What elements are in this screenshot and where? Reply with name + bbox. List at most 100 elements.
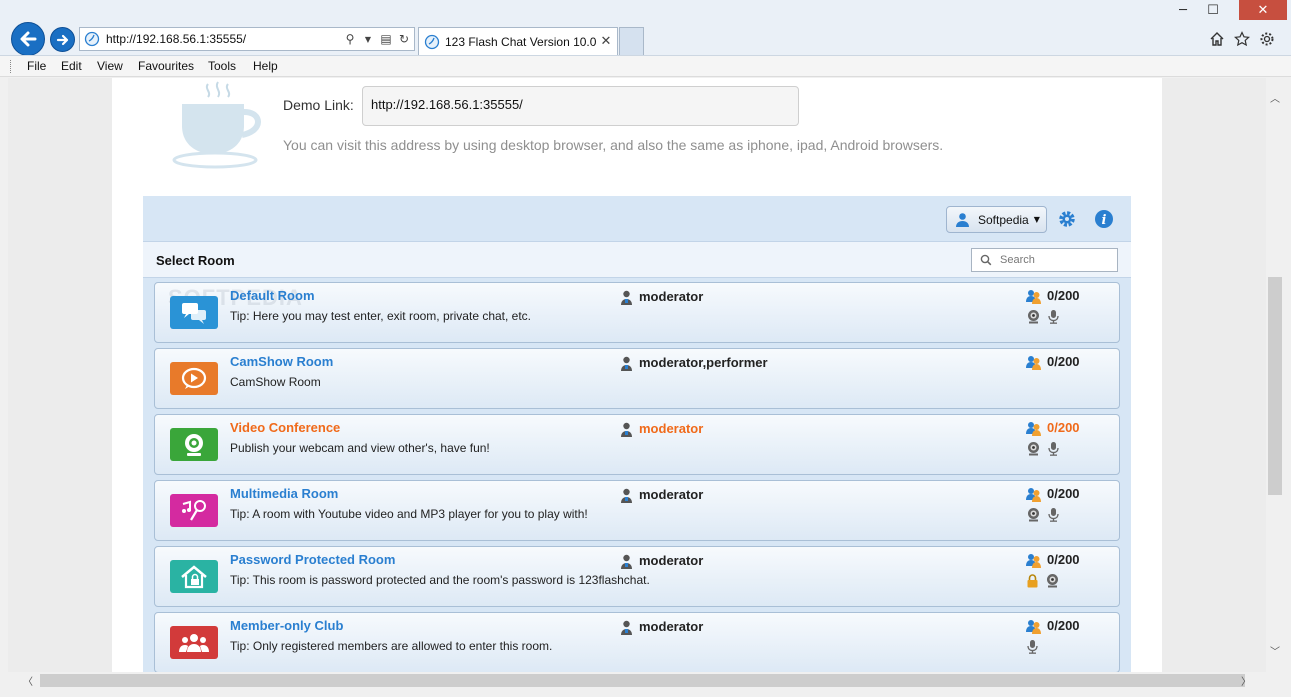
compatibility-view-icon[interactable]: ▤ xyxy=(378,31,394,47)
tab-close-icon[interactable]: ✕ xyxy=(598,34,614,49)
menu-favourites[interactable]: Favourites xyxy=(138,59,194,73)
room-search-input[interactable]: Search xyxy=(971,248,1118,272)
moderator-icon xyxy=(620,422,633,440)
address-url[interactable]: http://192.168.56.1:35555/ xyxy=(106,32,342,46)
room-row[interactable]: Password Protected Room Tip: This room i… xyxy=(154,546,1120,607)
moderator-icon xyxy=(620,554,633,572)
maximize-button[interactable]: ☐ xyxy=(1200,0,1226,20)
vertical-scrollbar[interactable]: ︿ ﹀ xyxy=(1266,78,1284,672)
refresh-icon[interactable]: ↻ xyxy=(396,31,412,47)
forward-button[interactable] xyxy=(50,27,75,52)
vertical-scroll-thumb[interactable] xyxy=(1268,277,1282,495)
user-icon xyxy=(956,213,969,227)
chat-bubbles-icon xyxy=(170,296,218,329)
select-room-title: Select Room xyxy=(156,253,235,268)
address-bar[interactable]: http://192.168.56.1:35555/ ⚲ ▼ ▤ ↻ xyxy=(79,27,415,51)
moderator-icon xyxy=(620,488,633,506)
room-tip: Tip: This room is password protected and… xyxy=(230,573,650,587)
microphone-icon xyxy=(1047,309,1060,327)
room-features xyxy=(1026,507,1060,525)
scroll-down-icon[interactable]: ﹀ xyxy=(1266,641,1284,659)
users-icon xyxy=(1026,618,1042,637)
room-role: moderator xyxy=(639,619,704,634)
caret-down-icon: ▼ xyxy=(1033,215,1040,224)
new-tab-button[interactable] xyxy=(619,27,644,55)
back-button[interactable] xyxy=(11,22,45,56)
users-icon xyxy=(1026,354,1042,373)
room-row[interactable]: SOFTPEDIA Default Room Tip: Here you may… xyxy=(154,282,1120,343)
demo-link-field[interactable]: http://192.168.56.1:35555/ xyxy=(362,86,799,126)
favorites-star-icon[interactable] xyxy=(1233,30,1251,48)
room-name[interactable]: Member-only Club xyxy=(230,618,343,633)
room-row[interactable]: CamShow Room CamShow Room moderator,perf… xyxy=(154,348,1120,409)
chat-header: Softpedia ▼ i xyxy=(143,196,1131,241)
home-icon[interactable] xyxy=(1208,30,1226,48)
horizontal-scrollbar[interactable]: 〈 〉 xyxy=(17,672,1266,689)
room-tip: Publish your webcam and view other's, ha… xyxy=(230,441,490,455)
menu-file[interactable]: File xyxy=(27,59,46,73)
room-row[interactable]: Multimedia Room Tip: A room with Youtube… xyxy=(154,480,1120,541)
search-icon xyxy=(980,254,992,266)
room-user-count: 0/200 xyxy=(1047,354,1080,369)
room-tip: Tip: A room with Youtube video and MP3 p… xyxy=(230,507,588,521)
microphone-icon xyxy=(1026,639,1039,657)
room-row[interactable]: Video Conference Publish your webcam and… xyxy=(154,414,1120,475)
room-row[interactable]: Member-only Club Tip: Only registered me… xyxy=(154,612,1120,672)
room-name[interactable]: Default Room xyxy=(230,288,315,303)
room-name[interactable]: Video Conference xyxy=(230,420,340,435)
moderator-icon xyxy=(620,356,633,374)
room-user-count: 0/200 xyxy=(1047,552,1080,567)
browser-tab[interactable]: 123 Flash Chat Version 10.0 ... ✕ xyxy=(418,27,618,55)
scroll-left-icon[interactable]: 〈 xyxy=(19,672,37,689)
browser-titlebar: http://192.168.56.1:35555/ ⚲ ▼ ▤ ↻ 123 F… xyxy=(0,0,1291,56)
scroll-up-icon[interactable]: ︿ xyxy=(1266,88,1284,106)
close-window-button[interactable]: ✕ xyxy=(1239,0,1287,20)
room-features xyxy=(1026,309,1060,327)
webcam-icon xyxy=(1045,573,1060,591)
room-tip: Tip: Only registered members are allowed… xyxy=(230,639,553,653)
settings-icon[interactable] xyxy=(1057,209,1077,229)
group-icon xyxy=(170,626,218,659)
site-favicon-icon xyxy=(84,31,100,47)
room-name[interactable]: CamShow Room xyxy=(230,354,333,369)
forward-arrow-icon xyxy=(56,34,68,45)
info-icon[interactable]: i xyxy=(1094,209,1114,229)
music-mic-icon xyxy=(170,494,218,527)
user-menu-button[interactable]: Softpedia ▼ xyxy=(946,206,1047,233)
demo-link-label: Demo Link: xyxy=(283,97,354,113)
webcam-icon xyxy=(170,428,218,461)
play-bubble-icon xyxy=(170,362,218,395)
webcam-icon xyxy=(1026,309,1041,327)
dropdown-icon[interactable]: ▼ xyxy=(360,31,376,47)
room-role: moderator,performer xyxy=(639,355,768,370)
horizontal-scroll-thumb[interactable] xyxy=(40,674,1245,687)
search-placeholder: Search xyxy=(1000,254,1035,266)
scroll-right-icon[interactable]: 〉 xyxy=(1237,672,1255,689)
lock-icon xyxy=(1026,573,1039,591)
room-features xyxy=(1026,441,1060,459)
menu-view[interactable]: View xyxy=(97,59,123,73)
room-role: moderator xyxy=(639,553,704,568)
coffee-cup-logo-icon xyxy=(172,81,262,169)
webcam-icon xyxy=(1026,441,1041,459)
minimize-button[interactable]: ─ xyxy=(1170,0,1196,20)
users-icon xyxy=(1026,420,1042,439)
search-icon[interactable]: ⚲ xyxy=(342,31,358,47)
room-tip: CamShow Room xyxy=(230,375,321,389)
room-role: moderator xyxy=(639,289,704,304)
moderator-icon xyxy=(620,290,633,308)
menu-edit[interactable]: Edit xyxy=(61,59,82,73)
menu-tools[interactable]: Tools xyxy=(208,59,236,73)
back-arrow-icon xyxy=(20,31,37,47)
page-content: Demo Link: http://192.168.56.1:35555/ Yo… xyxy=(112,78,1162,672)
settings-gear-icon[interactable] xyxy=(1258,30,1276,48)
room-user-count: 0/200 xyxy=(1047,420,1080,435)
room-features xyxy=(1026,573,1060,591)
users-icon xyxy=(1026,486,1042,505)
house-lock-icon xyxy=(170,560,218,593)
microphone-icon xyxy=(1047,507,1060,525)
room-name[interactable]: Multimedia Room xyxy=(230,486,338,501)
menu-help[interactable]: Help xyxy=(253,59,278,73)
room-name[interactable]: Password Protected Room xyxy=(230,552,395,567)
demo-hint-text: You can visit this address by using desk… xyxy=(283,137,944,153)
